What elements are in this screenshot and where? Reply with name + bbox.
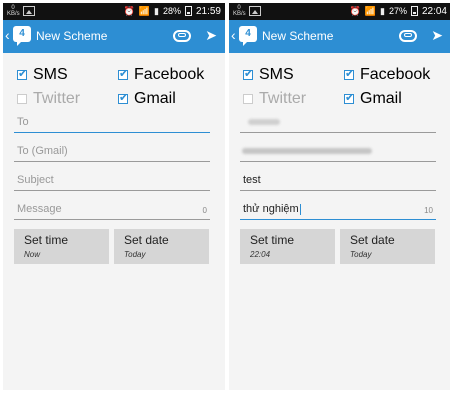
subject-field[interactable]: test xyxy=(240,172,436,191)
wifi-icon: 📶 xyxy=(138,6,150,16)
message-field[interactable]: thử nghiệm 10 xyxy=(240,201,436,220)
battery-icon xyxy=(410,6,418,16)
text-cursor xyxy=(299,203,301,215)
battery-percent: 27% xyxy=(388,6,407,16)
back-chevron-icon[interactable]: ‹ xyxy=(5,27,10,43)
checkbox-box[interactable] xyxy=(118,91,128,104)
message-field[interactable]: Message 0 xyxy=(14,201,210,220)
checkbox-box[interactable] xyxy=(118,67,128,80)
redacted-gmail-recipient xyxy=(242,148,372,154)
message-placeholder: Message xyxy=(17,203,62,215)
set-date-button[interactable]: Set date Today xyxy=(114,229,209,264)
checkbox-facebook[interactable]: Facebook xyxy=(344,66,430,84)
checkbox-label: SMS xyxy=(259,66,294,83)
checkbox-label: Gmail xyxy=(134,90,176,107)
checkbox-label: Gmail xyxy=(360,90,402,107)
subject-value: test xyxy=(243,174,261,186)
checkbox-box[interactable] xyxy=(243,94,253,104)
attach-icon[interactable] xyxy=(399,30,417,42)
signal-icon: ▮ xyxy=(380,6,385,16)
attach-icon[interactable] xyxy=(173,30,191,42)
app-icon[interactable]: 4 xyxy=(239,26,257,46)
set-time-value: 22:04 xyxy=(250,250,271,259)
checkbox-box[interactable] xyxy=(243,67,253,80)
set-date-label: Set date xyxy=(350,233,395,247)
set-time-label: Set time xyxy=(250,233,295,247)
message-char-count: 0 xyxy=(202,206,207,215)
action-bar: ‹ 4 New Scheme ➤ xyxy=(229,20,450,53)
set-time-button[interactable]: Set time 22:04 xyxy=(240,229,335,264)
battery-percent: 28% xyxy=(162,6,181,16)
message-value: thử nghiệm xyxy=(243,203,299,215)
send-icon[interactable]: ➤ xyxy=(205,27,217,44)
set-date-button[interactable]: Set date Today xyxy=(340,229,435,264)
alarm-icon: ⏰ xyxy=(123,6,135,16)
checkbox-gmail[interactable]: Gmail xyxy=(344,90,402,108)
set-time-button[interactable]: Set time Now xyxy=(14,229,109,264)
checkbox-label: Twitter xyxy=(33,90,81,107)
wifi-icon: 📶 xyxy=(364,6,376,16)
checkbox-sms[interactable]: SMS xyxy=(243,66,294,84)
set-date-label: Set date xyxy=(124,233,169,247)
checkbox-box[interactable] xyxy=(344,91,354,104)
screen-title: New Scheme xyxy=(262,29,334,43)
image-notification-icon xyxy=(249,6,261,16)
battery-icon xyxy=(184,6,192,16)
set-time-label: Set time xyxy=(24,233,69,247)
checkbox-label: Twitter xyxy=(259,90,307,107)
subject-placeholder: Subject xyxy=(17,174,54,186)
to-placeholder: To xyxy=(17,116,29,128)
subject-field[interactable]: Subject xyxy=(14,172,210,191)
screen-right: 0 KB/s ⏰ 📶 ▮ 27% 22:04 ‹ 4 New Scheme ➤ … xyxy=(229,3,450,390)
checkbox-box[interactable] xyxy=(17,67,27,80)
signal-icon: ▮ xyxy=(154,6,159,16)
checkbox-gmail[interactable]: Gmail xyxy=(118,90,176,108)
checkbox-label: Facebook xyxy=(360,66,431,83)
clock: 21:59 xyxy=(195,5,221,17)
to-field[interactable]: To xyxy=(14,114,210,133)
action-bar: ‹ 4 New Scheme ➤ xyxy=(3,20,225,53)
screen-left: 0 KB/s ⏰ 📶 ▮ 28% 21:59 ‹ 4 New Scheme ➤ … xyxy=(3,3,225,390)
to-gmail-placeholder: To (Gmail) xyxy=(17,145,68,157)
checkbox-facebook[interactable]: Facebook xyxy=(118,66,204,84)
set-date-value: Today xyxy=(124,250,146,259)
clock: 22:04 xyxy=(421,5,447,17)
app-icon[interactable]: 4 xyxy=(13,26,31,46)
image-notification-icon xyxy=(23,6,35,16)
set-time-value: Now xyxy=(24,250,41,259)
message-value-wrap: thử nghiệm xyxy=(243,203,301,215)
alarm-icon: ⏰ xyxy=(349,6,361,16)
status-bar: 0 KB/s ⏰ 📶 ▮ 28% 21:59 xyxy=(3,3,225,20)
redacted-recipient xyxy=(248,119,280,125)
to-gmail-field[interactable] xyxy=(240,143,436,162)
status-bar: 0 KB/s ⏰ 📶 ▮ 27% 22:04 xyxy=(229,3,450,20)
to-field[interactable] xyxy=(240,114,436,133)
message-char-count: 10 xyxy=(424,206,433,215)
network-speed: 0 KB/s xyxy=(7,5,20,17)
set-date-value: Today xyxy=(350,250,372,259)
network-speed: 0 KB/s xyxy=(233,5,246,17)
to-gmail-field[interactable]: To (Gmail) xyxy=(14,143,210,162)
send-icon[interactable]: ➤ xyxy=(431,27,443,44)
checkbox-box[interactable] xyxy=(17,94,27,104)
checkbox-label: Facebook xyxy=(134,66,205,83)
checkbox-twitter[interactable]: Twitter xyxy=(17,90,80,108)
checkbox-sms[interactable]: SMS xyxy=(17,66,68,84)
back-chevron-icon[interactable]: ‹ xyxy=(231,27,236,43)
screen-title: New Scheme xyxy=(36,29,108,43)
checkbox-twitter[interactable]: Twitter xyxy=(243,90,306,108)
checkbox-label: SMS xyxy=(33,66,68,83)
checkbox-box[interactable] xyxy=(344,67,354,80)
